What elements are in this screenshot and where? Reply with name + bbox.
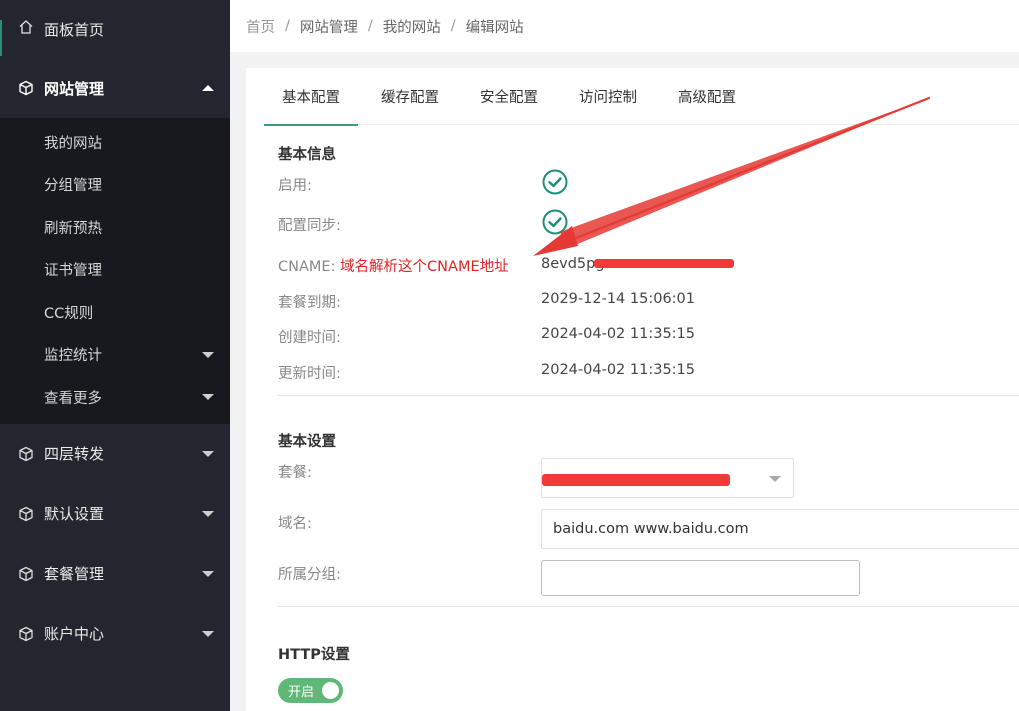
http-toggle[interactable]: 开启 bbox=[278, 678, 343, 703]
chevron-down-icon bbox=[202, 630, 214, 637]
sidebar-item-my-sites[interactable]: 我的网站 bbox=[0, 121, 230, 164]
updated-label: 更新时间: bbox=[278, 366, 341, 382]
cube-icon bbox=[18, 446, 34, 462]
breadcrumb-home[interactable]: 首页 bbox=[246, 16, 275, 37]
group-select[interactable] bbox=[541, 560, 860, 596]
breadcrumb-separator: / bbox=[285, 18, 290, 34]
breadcrumb-separator: / bbox=[367, 18, 373, 34]
check-circle-icon bbox=[542, 169, 568, 195]
config-tabs: 基本配置 缓存配置 安全配置 访问控制 高级配置 bbox=[264, 68, 1019, 126]
sidebar-item-label: 刷新预热 bbox=[44, 220, 102, 237]
enabled-label: 启用: bbox=[278, 178, 312, 194]
plan-expire-label: 套餐到期: bbox=[278, 295, 341, 311]
home-icon bbox=[18, 19, 34, 39]
created-label: 创建时间: bbox=[278, 330, 341, 346]
chevron-down-icon bbox=[769, 476, 781, 482]
chevron-down-icon bbox=[202, 510, 214, 517]
tab-cache-config[interactable]: 缓存配置 bbox=[363, 68, 457, 125]
tab-advanced-config[interactable]: 高级配置 bbox=[660, 68, 754, 125]
website-submenu: 我的网站 分组管理 刷新预热 证书管理 CC规则 监控统计 查看更多 bbox=[0, 118, 230, 424]
tab-basic-config[interactable]: 基本配置 bbox=[264, 68, 358, 126]
section-divider bbox=[278, 606, 1019, 607]
toggle-label: 开启 bbox=[288, 685, 315, 700]
sidebar-group-website[interactable]: 网站管理 bbox=[0, 58, 230, 118]
section-title-basic-settings: 基本设置 bbox=[278, 434, 336, 450]
sidebar-group-label: 套餐管理 bbox=[44, 565, 105, 583]
group-label: 所属分组: bbox=[278, 567, 341, 583]
plan-expire-value: 2029-12-14 15:06:01 bbox=[541, 291, 695, 307]
breadcrumb-my-sites[interactable]: 我的网站 bbox=[383, 16, 441, 37]
sidebar-item-monitoring[interactable]: 监控统计 bbox=[0, 334, 230, 377]
plan-label: 套餐: bbox=[278, 465, 312, 481]
sidebar-item-cc-rules[interactable]: CC规则 bbox=[0, 291, 230, 334]
sidebar-group-l4-forward[interactable]: 四层转发 bbox=[0, 424, 230, 484]
sidebar-item-groups[interactable]: 分组管理 bbox=[0, 164, 230, 207]
breadcrumb-website-management[interactable]: 网站管理 bbox=[300, 16, 358, 37]
cube-icon bbox=[18, 566, 34, 582]
sidebar-group-account[interactable]: 账户中心 bbox=[0, 604, 230, 664]
section-title-basic-info: 基本信息 bbox=[278, 147, 336, 163]
chevron-down-icon bbox=[202, 570, 214, 577]
updated-value: 2024-04-02 11:35:15 bbox=[541, 362, 695, 378]
sidebar-item-certs[interactable]: 证书管理 bbox=[0, 249, 230, 292]
domain-label: 域名: bbox=[278, 516, 312, 532]
sidebar-item-label: 证书管理 bbox=[44, 263, 102, 280]
domain-input[interactable]: baidu.com www.baidu.com bbox=[541, 509, 1019, 549]
sidebar-item-more[interactable]: 查看更多 bbox=[0, 376, 230, 419]
breadcrumb: 首页 / 网站管理 / 我的网站 / 编辑网站 bbox=[230, 0, 1019, 52]
cname-label-text: CNAME: bbox=[278, 259, 336, 275]
edit-site-panel: 基本配置 缓存配置 安全配置 访问控制 高级配置 基本信息 启用: 配置同步: … bbox=[246, 68, 1019, 711]
chevron-down-icon bbox=[202, 450, 214, 457]
active-marker bbox=[0, 20, 2, 56]
chevron-down-icon bbox=[202, 351, 214, 358]
sidebar-group-label: 账户中心 bbox=[44, 625, 105, 643]
sidebar-group-plans[interactable]: 套餐管理 bbox=[0, 544, 230, 604]
tab-security-config[interactable]: 安全配置 bbox=[462, 68, 556, 125]
sidebar-group-label: 四层转发 bbox=[44, 445, 105, 463]
breadcrumb-edit-site: 编辑网站 bbox=[465, 19, 524, 36]
section-title-http-settings: HTTP设置 bbox=[278, 647, 350, 663]
breadcrumb-separator: / bbox=[450, 18, 456, 34]
cube-icon bbox=[18, 506, 34, 522]
toggle-knob bbox=[322, 682, 339, 699]
cube-icon bbox=[18, 80, 34, 96]
sidebar-group-defaults[interactable]: 默认设置 bbox=[0, 484, 230, 544]
sidebar-group-label: 网站管理 bbox=[44, 79, 105, 98]
sync-label: 配置同步: bbox=[278, 218, 341, 234]
chevron-down-icon bbox=[202, 394, 214, 401]
sidebar-item-refresh[interactable]: 刷新预热 bbox=[0, 206, 230, 249]
cube-icon bbox=[18, 626, 34, 642]
redaction-mark bbox=[594, 259, 734, 268]
sidebar-item-label: 查看更多 bbox=[44, 390, 102, 407]
chevron-up-icon bbox=[202, 85, 214, 91]
sidebar-item-dashboard[interactable]: 面板首页 bbox=[0, 0, 230, 58]
cname-label: CNAME: 域名解析这个CNAME地址 bbox=[278, 255, 509, 276]
domain-input-value: baidu.com www.baidu.com bbox=[553, 521, 749, 537]
created-value: 2024-04-02 11:35:15 bbox=[541, 326, 695, 342]
sidebar-item-label: 监控统计 bbox=[44, 348, 102, 365]
redaction-mark bbox=[542, 474, 730, 486]
sidebar-item-label: 我的网站 bbox=[44, 135, 102, 152]
tab-access-control[interactable]: 访问控制 bbox=[561, 68, 655, 125]
sidebar: 面板首页 网站管理 我的网站 分组管理 刷新预热 证书管理 CC规则 监控统计 … bbox=[0, 0, 230, 711]
sidebar-group-label: 默认设置 bbox=[44, 505, 105, 523]
sidebar-item-label: 分组管理 bbox=[44, 178, 102, 195]
check-circle-icon bbox=[542, 209, 568, 235]
sidebar-item-label: CC规则 bbox=[44, 305, 94, 322]
cname-annotation: 域名解析这个CNAME地址 bbox=[340, 259, 509, 275]
section-divider bbox=[278, 395, 1019, 396]
sidebar-item-label: 面板首页 bbox=[44, 20, 105, 39]
